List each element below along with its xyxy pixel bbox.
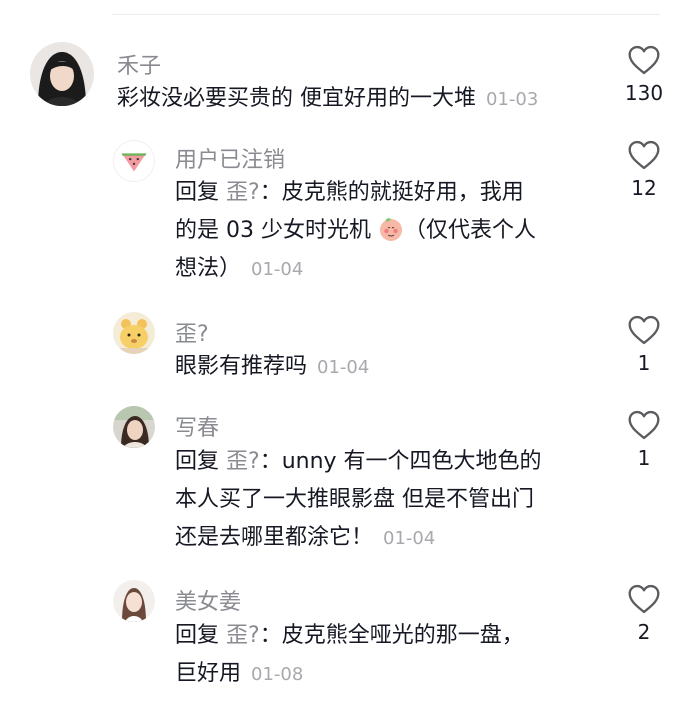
heart-outline-icon bbox=[628, 410, 660, 440]
watermelon-avatar-icon bbox=[114, 141, 154, 181]
reply-target-username[interactable]: 歪? bbox=[226, 180, 260, 205]
comment-username[interactable]: 用户已注销 bbox=[175, 142, 285, 174]
like-button[interactable]: 12 bbox=[614, 140, 674, 200]
comment-time: 01-04 bbox=[251, 259, 304, 280]
comment-time: 01-04 bbox=[317, 357, 370, 378]
comment-line: 想法） bbox=[175, 256, 242, 281]
heart-outline-icon bbox=[628, 140, 660, 170]
comment-time: 01-04 bbox=[383, 528, 436, 549]
comment-text: 彩妆没必要买贵的 便宜好用的一大堆 01-03 bbox=[117, 80, 538, 119]
like-button[interactable]: 1 bbox=[614, 315, 674, 375]
comment-username[interactable]: 禾子 bbox=[117, 48, 161, 80]
comment-time: 01-08 bbox=[251, 664, 304, 685]
comment-username[interactable]: 歪? bbox=[175, 316, 209, 348]
reply-prefix: 回复 bbox=[175, 623, 220, 648]
comment-line: 还是去哪里都涂它！ bbox=[175, 525, 374, 550]
comment-line: 眼影有推荐吗 bbox=[175, 354, 308, 379]
girl-portrait-avatar-icon bbox=[30, 42, 94, 106]
comment-line: （仅代表个人 bbox=[403, 218, 536, 243]
woman-photo-avatar-icon bbox=[113, 406, 155, 448]
comment-line: 本人买了一大推眼影盘 但是不管出门 bbox=[175, 487, 534, 512]
like-button[interactable]: 2 bbox=[614, 584, 674, 644]
blushing-peach-emoji-icon bbox=[379, 218, 402, 241]
comment-text: 眼影有推荐吗 01-04 bbox=[175, 348, 369, 387]
reply-prefix: 回复 bbox=[175, 449, 220, 474]
comment-username[interactable]: 美女姜 bbox=[175, 584, 241, 616]
like-count: 1 bbox=[637, 351, 651, 375]
heart-outline-icon bbox=[628, 584, 660, 614]
comment-time: 01-03 bbox=[486, 89, 539, 110]
comment-text: 回复 歪?：皮克熊的就挺好用，我用 的是 03 少女时光机 （仅代表个人 想法）… bbox=[175, 174, 536, 289]
comment-text: 回复 歪?：unny 有一个四色大地色的 本人买了一大推眼影盘 但是不管出门 还… bbox=[175, 443, 542, 558]
comment-line: ：皮克熊的就挺好用，我用 bbox=[259, 180, 524, 205]
user-avatar[interactable] bbox=[113, 312, 155, 354]
reply-target-username[interactable]: 歪? bbox=[226, 623, 260, 648]
comment-line: 彩妆没必要买贵的 便宜好用的一大堆 bbox=[117, 86, 476, 111]
reply-target-username[interactable]: 歪? bbox=[226, 449, 260, 474]
comment-line: ：皮克熊全哑光的那一盘， bbox=[259, 623, 524, 648]
comment-text: 回复 歪?：皮克熊全哑光的那一盘， 巨好用 01-08 bbox=[175, 617, 524, 694]
heart-outline-icon bbox=[628, 45, 660, 75]
cartoon-bear-avatar-icon bbox=[113, 312, 155, 354]
girl-photo-avatar-icon bbox=[113, 580, 155, 622]
user-avatar[interactable] bbox=[113, 406, 155, 448]
like-count: 12 bbox=[631, 176, 657, 200]
user-avatar[interactable] bbox=[113, 580, 155, 622]
top-divider bbox=[112, 14, 660, 15]
comment-line: 的是 03 少女时光机 bbox=[175, 218, 371, 243]
like-button[interactable]: 1 bbox=[614, 410, 674, 470]
reply-prefix: 回复 bbox=[175, 180, 220, 205]
comment-line: 巨好用 bbox=[175, 661, 242, 686]
like-count: 130 bbox=[624, 81, 664, 105]
heart-outline-icon bbox=[628, 315, 660, 345]
user-avatar[interactable] bbox=[113, 140, 155, 182]
comment-line: ：unny 有一个四色大地色的 bbox=[259, 449, 542, 474]
like-button[interactable]: 130 bbox=[614, 45, 674, 105]
user-avatar[interactable] bbox=[30, 42, 94, 106]
like-count: 2 bbox=[637, 620, 651, 644]
comment-username[interactable]: 写春 bbox=[175, 410, 219, 442]
like-count: 1 bbox=[637, 446, 651, 470]
